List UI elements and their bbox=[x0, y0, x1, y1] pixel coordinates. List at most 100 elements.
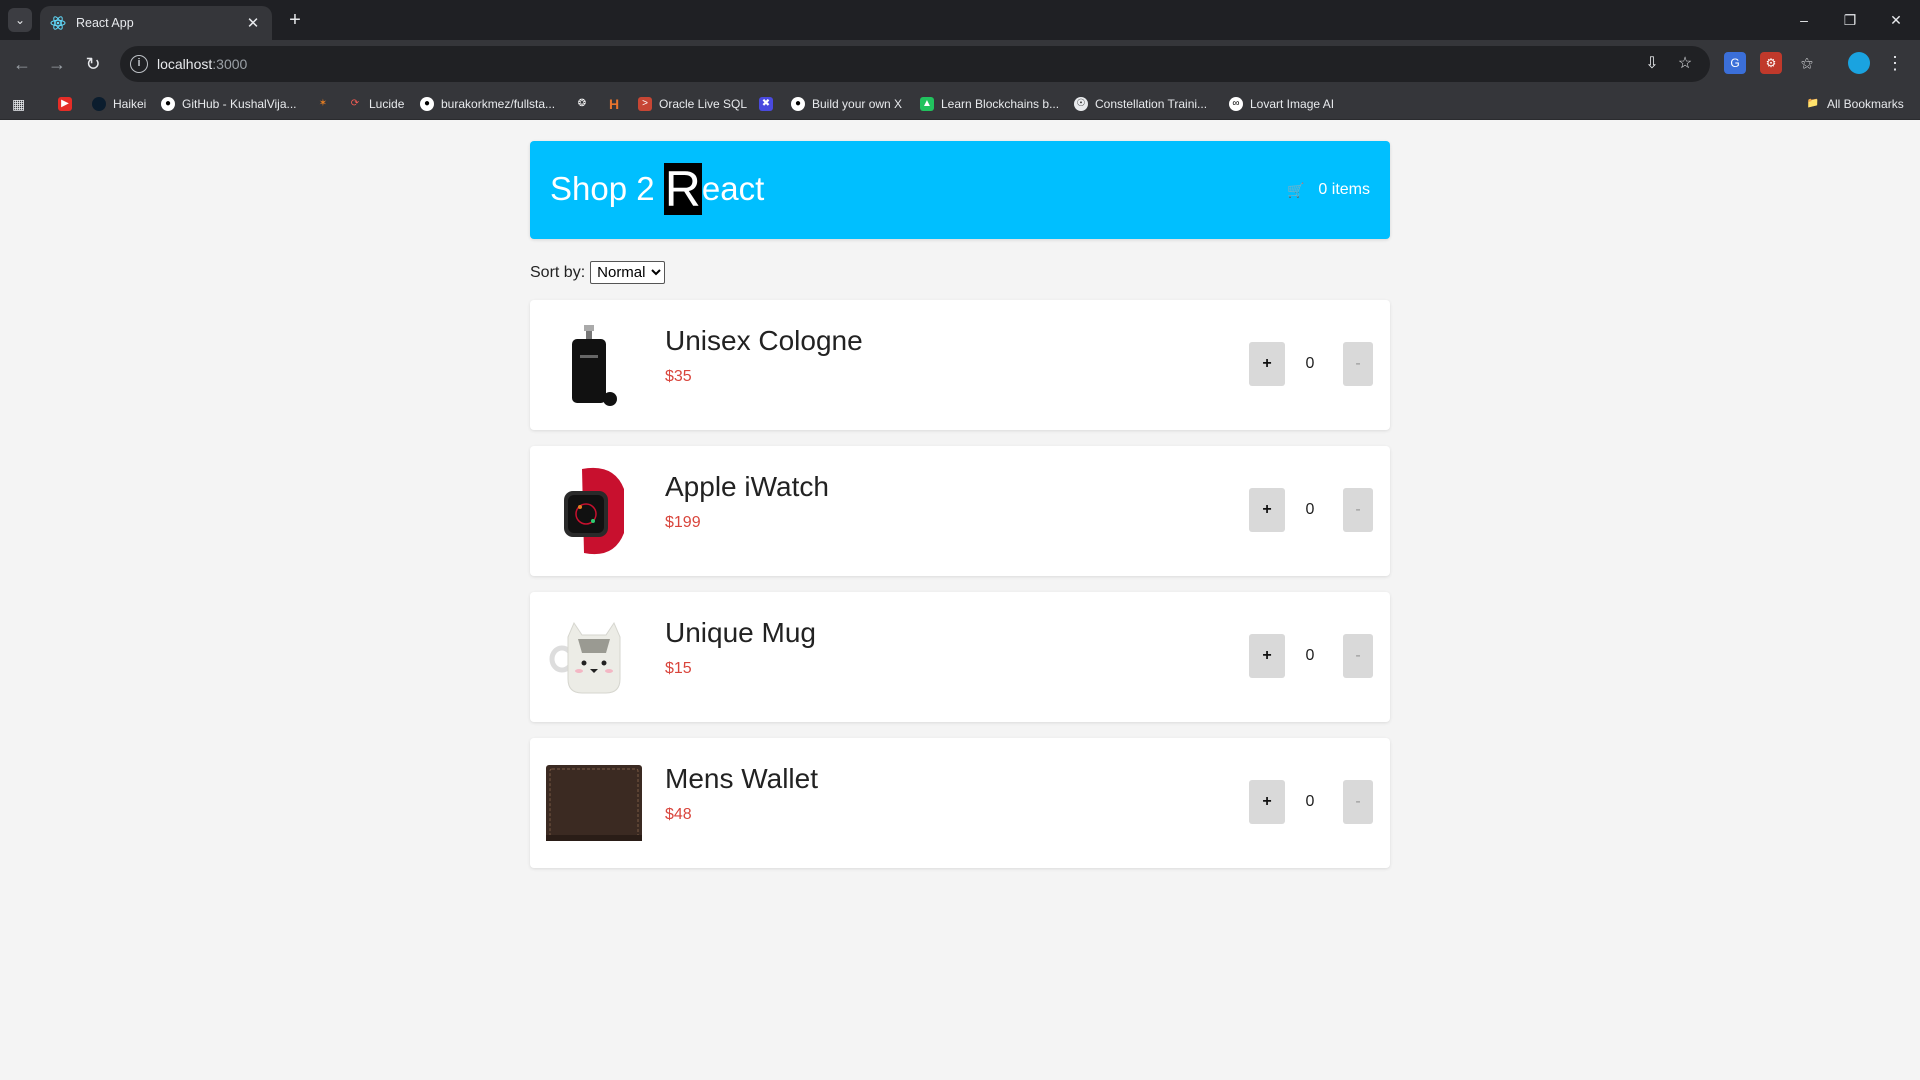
shop-container: Shop 2 React 🛒 0 items Sort by: Normal U… bbox=[530, 141, 1390, 868]
bookmark-h[interactable]: H bbox=[607, 95, 628, 113]
apps-grid-icon[interactable]: ▦ bbox=[12, 95, 25, 113]
bookmark-label: GitHub - KushalVija... bbox=[182, 97, 297, 111]
bookmark-label: Build your own X bbox=[812, 97, 903, 111]
cologne-image bbox=[572, 325, 617, 406]
forward-icon[interactable]: → bbox=[45, 52, 69, 76]
decrease-quantity-button[interactable]: - bbox=[1343, 488, 1373, 532]
bookmark-label: Lovart Image AI bbox=[1250, 97, 1335, 111]
back-icon[interactable]: ← bbox=[10, 52, 34, 76]
product-quantity: 0 bbox=[1305, 793, 1315, 810]
bookmark-star-icon[interactable]: ☆ bbox=[1675, 54, 1695, 74]
decrease-quantity-button[interactable]: - bbox=[1343, 780, 1373, 824]
new-tab-icon[interactable]: + bbox=[283, 8, 307, 32]
extensions-puzzle-icon[interactable]: ⚝ bbox=[1796, 52, 1818, 74]
sparkle-icon: ✶ bbox=[318, 98, 328, 109]
site-info-icon[interactable]: i bbox=[130, 55, 148, 73]
x-icon: ✖ bbox=[759, 97, 773, 111]
openai-icon: ❂ bbox=[577, 98, 587, 109]
url-text: localhost:3000 bbox=[157, 56, 247, 72]
brand-highlight: R bbox=[663, 161, 702, 217]
bookmark-blockchains[interactable]: ▲ Learn Blockchains b... bbox=[920, 95, 1059, 113]
mug-image bbox=[549, 621, 621, 694]
youtube-icon: ▶ bbox=[58, 97, 72, 111]
browser-tab[interactable]: React App ✕ bbox=[40, 6, 272, 40]
shop-header: Shop 2 React 🛒 0 items bbox=[530, 141, 1390, 239]
cart-count: 0 items bbox=[1318, 181, 1370, 198]
bookmark-label: Oracle Live SQL bbox=[659, 97, 748, 111]
tab-search-icon[interactable]: ⌄ bbox=[8, 8, 32, 32]
minimize-icon[interactable]: – bbox=[1792, 8, 1816, 32]
product-name: Unisex Cologne bbox=[665, 325, 863, 356]
bookmark-github-kushal[interactable]: ● GitHub - KushalVija... bbox=[161, 95, 297, 113]
sort-label: Sort by: bbox=[530, 263, 586, 281]
product-quantity: 0 bbox=[1305, 355, 1315, 372]
github-icon: ● bbox=[791, 97, 805, 111]
github-icon: ● bbox=[420, 97, 434, 111]
decrease-quantity-button[interactable]: - bbox=[1343, 634, 1373, 678]
bookmark-github-burak[interactable]: ● burakorkmez/fullsta... bbox=[420, 95, 555, 113]
bookmark-lovart[interactable]: ∞ Lovart Image AI bbox=[1229, 95, 1334, 113]
github-icon: ● bbox=[161, 97, 175, 111]
brand-prefix: Shop 2 bbox=[550, 170, 664, 207]
reload-icon[interactable]: ↻ bbox=[81, 52, 105, 76]
wallet-image bbox=[546, 765, 642, 841]
cart-summary[interactable]: 🛒 0 items bbox=[1287, 181, 1370, 199]
sort-select[interactable]: Normal bbox=[590, 261, 666, 284]
bookmark-build-your-own-x[interactable]: ● Build your own X bbox=[791, 95, 902, 113]
url-port: :3000 bbox=[212, 56, 248, 72]
lovart-icon: ∞ bbox=[1229, 97, 1243, 111]
red-extension-icon[interactable]: ⚙ bbox=[1760, 52, 1782, 74]
bookmark-youtube[interactable]: ▶ bbox=[58, 95, 79, 113]
product-quantity: 0 bbox=[1305, 647, 1315, 664]
watch-image bbox=[564, 467, 624, 555]
haikei-icon bbox=[92, 97, 106, 111]
increase-quantity-button[interactable]: + bbox=[1249, 342, 1285, 386]
product-price: $15 bbox=[665, 660, 692, 677]
product-price: $35 bbox=[665, 368, 692, 385]
bookmark-oracle[interactable]: > Oracle Live SQL bbox=[638, 95, 747, 113]
bookmark-label: Lucide bbox=[369, 97, 405, 111]
browser-menu-icon[interactable]: ⋮ bbox=[1884, 52, 1906, 74]
increase-quantity-button[interactable]: + bbox=[1249, 488, 1285, 532]
folder-icon: 📁 bbox=[1806, 98, 1820, 109]
bookmark-sparkle[interactable]: ✶ bbox=[316, 95, 337, 113]
product-card: Unique Mug $15 + 0 - bbox=[530, 592, 1390, 722]
bookmark-haikei[interactable]: Haikei bbox=[92, 95, 146, 113]
product-price: $199 bbox=[665, 514, 701, 531]
restore-icon[interactable]: ❐ bbox=[1838, 8, 1862, 32]
browser-toolbar: ← → ↻ i localhost:3000 ⇩ ☆ G ⚙ ⚝ ⋮ bbox=[0, 40, 1920, 88]
url-host: localhost bbox=[157, 56, 213, 72]
bookmark-constellation[interactable]: ☉ Constellation Traini... bbox=[1074, 95, 1207, 113]
brand-rest: eact bbox=[701, 170, 765, 207]
brand-title: Shop 2 React bbox=[550, 163, 764, 215]
cart-icon: 🛒 bbox=[1286, 181, 1305, 198]
page-viewport: Shop 2 React 🛒 0 items Sort by: Normal U… bbox=[0, 120, 1920, 1080]
translate-extension-icon[interactable]: G bbox=[1724, 52, 1746, 74]
oracle-icon: > bbox=[638, 97, 652, 111]
bookmark-openai[interactable]: ❂ bbox=[575, 95, 596, 113]
product-card: Unisex Cologne $35 + 0 - bbox=[530, 300, 1390, 430]
product-quantity: 0 bbox=[1305, 501, 1315, 518]
bookmark-lucide[interactable]: ⟳ Lucide bbox=[348, 95, 405, 113]
browser-tab-strip: ⌄ React App ✕ + – ❐ ✕ bbox=[0, 0, 1920, 40]
product-name: Mens Wallet bbox=[665, 763, 819, 794]
decrease-quantity-button[interactable]: - bbox=[1343, 342, 1373, 386]
bookmark-label: Constellation Traini... bbox=[1095, 97, 1208, 111]
bookmark-label: Learn Blockchains b... bbox=[941, 97, 1060, 111]
increase-quantity-button[interactable]: + bbox=[1249, 634, 1285, 678]
h-icon: H bbox=[608, 96, 620, 112]
increase-quantity-button[interactable]: + bbox=[1249, 780, 1285, 824]
tab-close-icon[interactable]: ✕ bbox=[244, 14, 262, 32]
all-bookmarks[interactable]: 📁 All Bookmarks bbox=[1806, 95, 1904, 113]
sort-control: Sort by: Normal bbox=[530, 261, 1390, 284]
profile-avatar-icon[interactable] bbox=[1848, 52, 1870, 74]
tab-title: React App bbox=[76, 16, 134, 30]
bookmarks-bar: ▦ ▶ Haikei ● GitHub - KushalVija... ✶ ⟳ Lu… bbox=[0, 88, 1920, 120]
product-card: Apple iWatch $199 + 0 - bbox=[530, 446, 1390, 576]
address-bar[interactable]: i localhost:3000 ⇩ ☆ bbox=[120, 46, 1710, 82]
product-name: Unique Mug bbox=[665, 617, 816, 648]
install-app-icon[interactable]: ⇩ bbox=[1642, 54, 1662, 74]
bookmark-label: Haikei bbox=[113, 97, 147, 111]
bookmark-x[interactable]: ✖ bbox=[759, 95, 780, 113]
close-window-icon[interactable]: ✕ bbox=[1884, 8, 1908, 32]
